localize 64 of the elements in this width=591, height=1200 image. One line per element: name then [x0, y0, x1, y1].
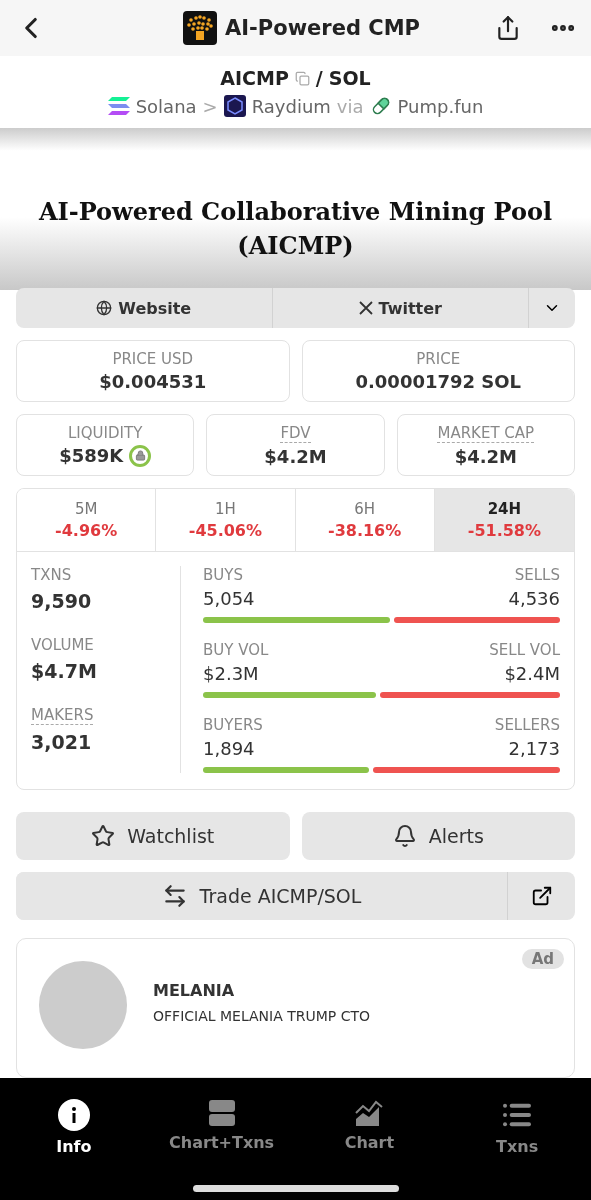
bell-icon	[392, 824, 417, 848]
card-label: PRICE USD	[112, 350, 194, 368]
stat-value: $2.3M	[203, 663, 259, 684]
info-icon	[57, 1099, 90, 1131]
chevron-text: >	[202, 95, 218, 117]
nav-tab[interactable]: Chart+Txns	[147, 1098, 296, 1157]
card-label: MARKET CAP	[437, 423, 535, 443]
ad-title: MELANIA	[153, 981, 236, 1000]
stat-label: MAKERS	[31, 706, 94, 725]
action-button[interactable]: Watchlist	[16, 812, 290, 860]
token-title: AI-Powered CMP	[225, 16, 420, 41]
share-icon[interactable]	[495, 15, 521, 42]
stat-label: BUY VOL	[203, 641, 269, 659]
stat-label: BUYERS	[203, 716, 263, 734]
card-value: $4.2M	[454, 445, 517, 467]
globe-icon	[96, 300, 113, 316]
stripes-logo-icon	[107, 97, 130, 116]
hexagon-logo-icon	[223, 95, 246, 118]
card-value: $589K	[59, 445, 124, 466]
stat-label: SELLS	[514, 566, 560, 584]
nav-tab[interactable]: Info	[0, 1098, 148, 1157]
stat-label: SELL VOL	[489, 641, 560, 659]
chain-name[interactable]: Solana	[135, 95, 197, 117]
card-value: $0.004531	[99, 371, 207, 392]
dex-name[interactable]: Raydium	[251, 95, 331, 117]
stat-value: 9,590	[31, 590, 92, 612]
card-value: 0.00001792 SOL	[355, 371, 522, 392]
stat-value: $4.7M	[31, 660, 97, 682]
stat-value: $2.4M	[504, 663, 560, 684]
period-tab[interactable]: 5M -4.96%	[17, 489, 157, 551]
tree-logo-icon	[183, 11, 218, 46]
banner-title: AI-Powered Collaborative Mining Pool (AICMP)	[37, 196, 554, 262]
nav-tab[interactable]: Txns	[443, 1098, 591, 1157]
ad-description: OFFICIAL MELANIA TRUMP CTO	[153, 1008, 371, 1024]
action-button[interactable]: Alerts	[301, 812, 575, 860]
stat-label: SELLERS	[494, 716, 560, 734]
stat-label: BUYS	[203, 566, 243, 584]
card-value: $4.2M	[264, 445, 327, 467]
nav-tab[interactable]: Chart	[295, 1098, 444, 1157]
external-link-icon	[530, 885, 553, 907]
quote-symbol: SOL	[328, 67, 371, 90]
card-label: PRICE	[416, 350, 461, 368]
link-button[interactable]: Website	[16, 288, 273, 328]
card-label: FDV	[280, 423, 311, 443]
stat-value: 5,054	[203, 588, 255, 609]
area-chart-icon	[355, 1099, 384, 1127]
stat-value: 2,173	[508, 738, 560, 759]
stat-label: VOLUME	[31, 636, 94, 654]
stat-value: 1,894	[203, 738, 255, 759]
stat-value: 3,021	[31, 731, 92, 753]
pair-separator: /	[315, 67, 323, 90]
star-icon	[91, 824, 116, 848]
via-text: via	[336, 95, 364, 117]
stat-value: 4,536	[508, 588, 560, 609]
ad-badge: Ad	[521, 949, 564, 969]
x-logo-icon	[358, 301, 373, 315]
card-label: LIQUIDITY	[68, 423, 143, 442]
period-tab[interactable]: 24H -51.58%	[434, 489, 574, 551]
base-symbol: AICMP	[220, 67, 289, 90]
stat-label: TXNS	[31, 566, 72, 584]
ad-card[interactable]: Ad MELANIA OFFICIAL MELANIA TRUMP CTO	[16, 938, 575, 1078]
launchpad-name[interactable]: Pump.fun	[397, 95, 484, 117]
split-panel-icon	[207, 1099, 236, 1127]
link-button[interactable]: Twitter	[272, 288, 529, 328]
